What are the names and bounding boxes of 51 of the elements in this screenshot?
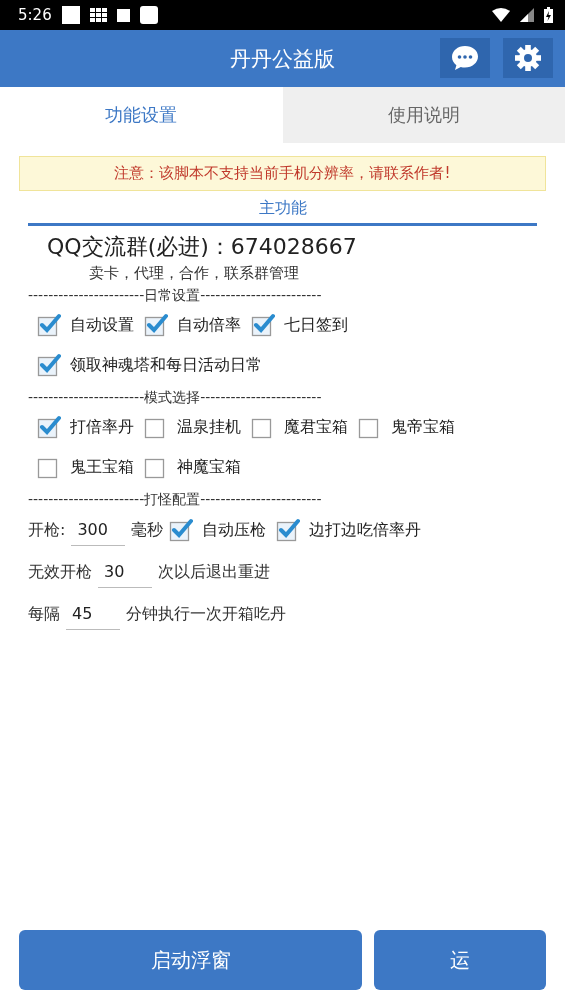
number-input[interactable]: 300 (71, 514, 126, 546)
app-title: 丹丹公益版 (230, 45, 335, 73)
section-divider: -----------------------模式选择------------------------ (28, 389, 323, 407)
checkbox[interactable] (276, 518, 301, 542)
field-label: 次以后退出重进 (158, 561, 270, 583)
wifi-icon (492, 8, 510, 22)
checkbox-label: 魔君宝箱 (284, 416, 348, 438)
rounded-square-notification-icon (139, 6, 158, 24)
checkbox-label: 神魔宝箱 (177, 456, 241, 478)
tab[interactable]: 使用说明 (282, 87, 565, 143)
field-label: 无效开枪 (28, 561, 92, 583)
warning-banner: 注意：该脚本不支持当前手机分辨率，请联系作者! (19, 156, 546, 191)
section-title: 主功能 (257, 198, 308, 219)
checkbox-label: 领取神魂塔和每日活动日常 (70, 354, 262, 376)
checkbox-label: 鬼帝宝箱 (391, 416, 455, 438)
checkbox[interactable] (37, 415, 61, 439)
settings-icon (515, 45, 541, 71)
grid-notification-icon (89, 8, 107, 22)
checkbox-label: 温泉挂机 (177, 416, 241, 438)
checkbox-label: 鬼王宝箱 (70, 456, 134, 478)
chat-bubble-icon (451, 45, 479, 71)
checkbox[interactable] (37, 353, 61, 377)
action-button[interactable]: 启动浮窗 (19, 930, 363, 990)
field-label: 开枪: (28, 519, 66, 541)
checkbox-label: 打倍率丹 (70, 416, 134, 438)
checkbox-label: 自动压枪 (202, 519, 267, 541)
checkbox-label: 自动设置 (70, 314, 134, 336)
chat-button[interactable] (440, 38, 490, 78)
action-button[interactable]: 运 (374, 930, 546, 990)
checkbox[interactable] (169, 518, 194, 542)
signal-icon (520, 8, 534, 22)
checkbox[interactable] (144, 313, 168, 337)
field-label: 毫秒 (131, 519, 164, 541)
status-time: 5:26 (18, 6, 52, 24)
checkbox[interactable] (37, 313, 61, 337)
section-divider: -----------------------日常设置------------------------ (28, 287, 323, 305)
section-divider: -----------------------打怪配置------------------------ (28, 491, 323, 509)
checkbox-label: 七日签到 (284, 314, 348, 336)
small-square-notification-icon (116, 8, 130, 22)
number-input[interactable]: 30 (98, 556, 152, 588)
square-notification-icon (61, 6, 80, 24)
checkbox[interactable] (251, 313, 275, 337)
contact-note: 卖卡，代理，合作，联系群管理 (89, 264, 300, 283)
qq-group-text: QQ交流群(必进)：674028667 (47, 233, 358, 261)
checkbox-label: 边打边吃倍率丹 (309, 519, 422, 541)
checkbox-label: 自动倍率 (177, 314, 241, 336)
settings-button[interactable] (503, 38, 553, 78)
field-label: 每隔 (28, 603, 60, 625)
battery-icon (544, 7, 553, 23)
number-input[interactable]: 45 (66, 598, 120, 630)
field-label: 分钟执行一次开箱吃丹 (126, 603, 286, 625)
